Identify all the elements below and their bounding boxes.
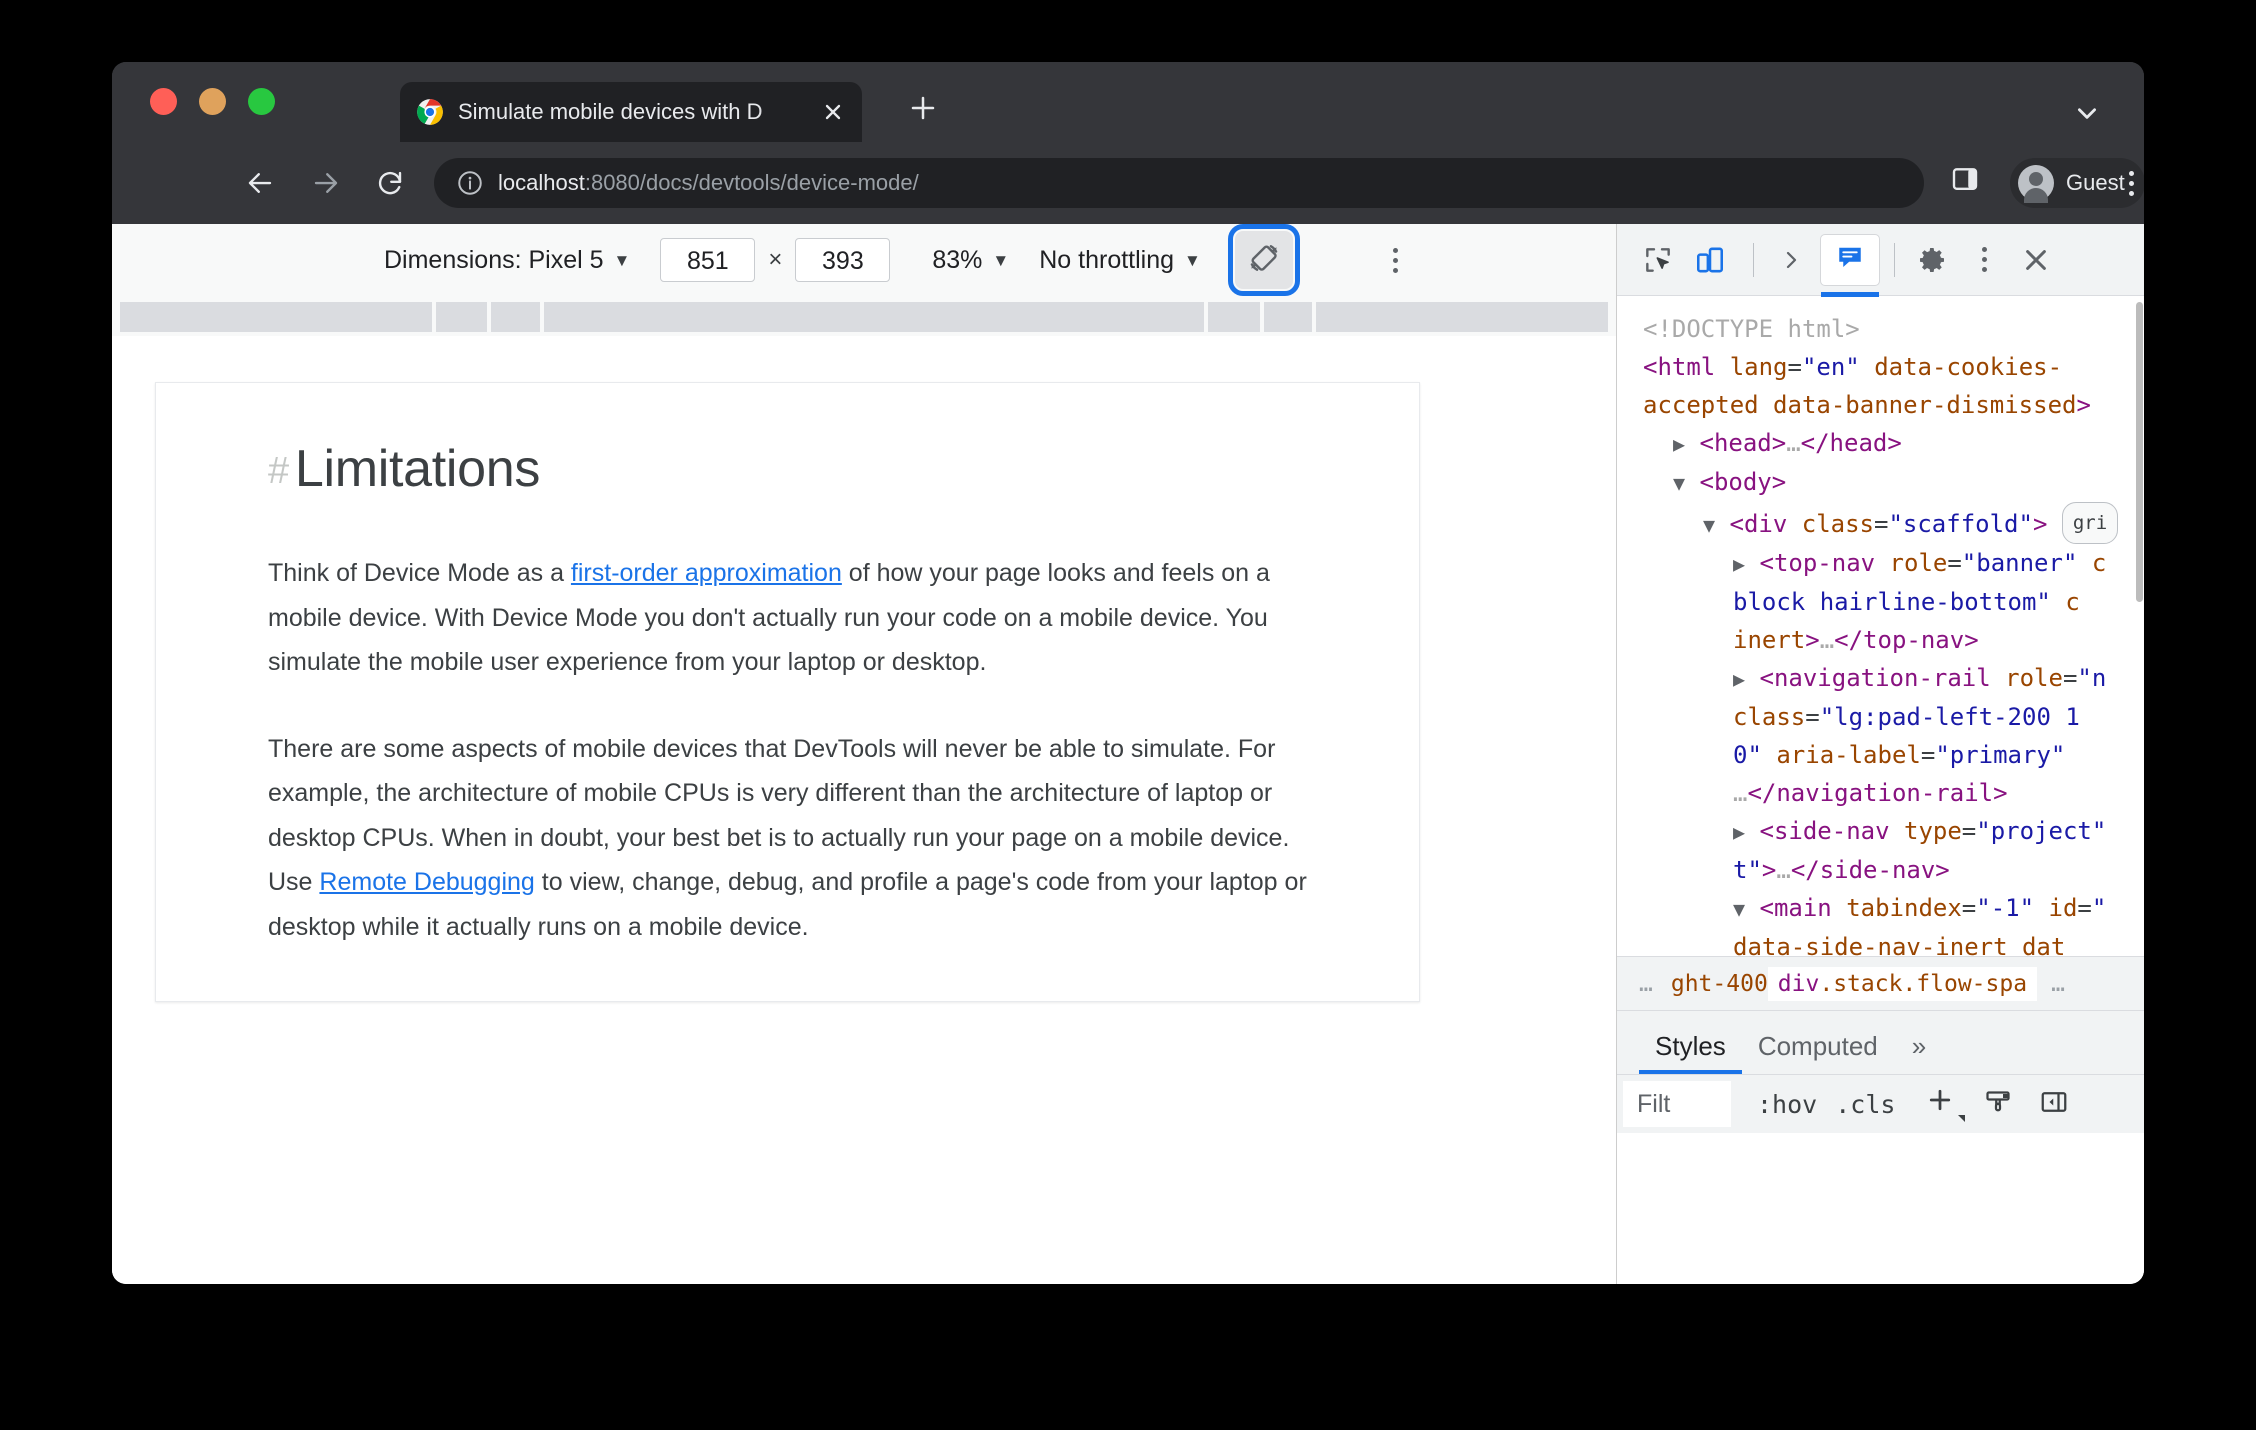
close-icon[interactable]	[820, 99, 846, 125]
maximize-window-button[interactable]	[248, 88, 275, 115]
more-tabs-icon[interactable]: »	[1894, 1031, 1936, 1074]
page-title-text: Limitations	[294, 440, 541, 498]
throttling-label: No throttling	[1039, 245, 1175, 274]
close-icon[interactable]	[2013, 237, 2059, 283]
hov-button[interactable]: :hov	[1757, 1090, 1817, 1119]
gear-icon[interactable]	[1909, 237, 1955, 283]
person-avatar-icon	[2018, 165, 2054, 203]
dom-node-body[interactable]: ▼ <body>	[1643, 463, 2144, 502]
tab-styles[interactable]: Styles	[1639, 1031, 1742, 1074]
tab-strip: Simulate mobile devices with D	[112, 62, 2144, 142]
times-separator: ×	[768, 246, 783, 273]
devtools-panel: <!DOCTYPE html> <html lang="en" data-coo…	[1616, 224, 2144, 1284]
dom-node-main[interactable]: ▼ <main tabindex="-1" id=" data-side-nav-…	[1643, 889, 2144, 956]
page-title: # Limitations	[268, 439, 1419, 499]
breadcrumb: … ght-400 div.stack.flow-spa …	[1617, 956, 2144, 1011]
browser-tab[interactable]: Simulate mobile devices with D	[400, 82, 862, 142]
breadcrumb-item-selected[interactable]: div.stack.flow-spa	[1767, 967, 2038, 1001]
throttling-select[interactable]: No throttling ▼	[1039, 246, 1201, 275]
remote-debugging-link[interactable]: Remote Debugging	[319, 868, 534, 896]
dom-node-head[interactable]: ▶ <head>…</head>	[1643, 424, 2144, 463]
rotate-device-icon	[1245, 239, 1283, 282]
plus-icon[interactable]	[1925, 1085, 1966, 1124]
minimize-window-button[interactable]	[199, 88, 226, 115]
device-dimensions-label: Dimensions: Pixel 5	[384, 245, 604, 274]
toggle-sidebar-icon[interactable]	[2039, 1087, 2069, 1122]
reload-icon[interactable]	[370, 163, 410, 203]
chrome-logo-icon	[416, 98, 444, 126]
dom-node-top-nav[interactable]: ▶ <top-nav role="banner" c block hairline…	[1643, 544, 2144, 659]
ruler-track[interactable]	[120, 302, 1608, 332]
viewport-height-input[interactable]: 393	[795, 238, 891, 282]
side-panel-icon[interactable]	[1950, 164, 1988, 202]
styles-tabbar: Styles Computed »	[1617, 1010, 2144, 1074]
arrow-left-icon[interactable]	[240, 163, 280, 203]
device-mode-toolbar: Dimensions: Pixel 5 ▼ 851 × 393 83% ▼ No t…	[112, 224, 1616, 297]
zoom-select[interactable]: 83% ▼	[932, 246, 1009, 275]
window-controls	[150, 88, 275, 115]
dom-doctype: <!DOCTYPE html>	[1643, 315, 1860, 343]
paragraph-2: There are some aspects of mobile devices…	[268, 727, 1307, 950]
new-tab-button[interactable]	[902, 92, 944, 134]
styles-filter-bar: Filt :hov .cls	[1617, 1074, 2144, 1133]
info-circle-icon[interactable]	[456, 169, 484, 197]
device-toolbar-menu-button[interactable]	[1377, 235, 1415, 285]
breadcrumb-item-prev[interactable]: ght-400	[1671, 971, 1768, 997]
screen: Simulate mobile devices with D localhost…	[0, 0, 2256, 1430]
chevron-down-icon: ▼	[1184, 250, 1201, 270]
breadcrumb-overflow-left[interactable]: …	[1639, 971, 1655, 997]
grid-badge[interactable]: gri	[2061, 502, 2119, 544]
kebab-menu-icon[interactable]	[2112, 164, 2144, 202]
device-ruler	[112, 296, 1616, 336]
viewport-width-input[interactable]: 851	[660, 238, 756, 282]
close-window-button[interactable]	[150, 88, 177, 115]
device-viewport: # Limitations Think of Device Mode as a f…	[112, 336, 1616, 1284]
breadcrumb-overflow-right[interactable]: …	[2051, 971, 2067, 997]
device-dimensions-select[interactable]: Dimensions: Pixel 5 ▼	[384, 246, 630, 275]
dom-node-navigation-rail[interactable]: ▶ <navigation-rail role="n class="lg:pad-…	[1643, 659, 2144, 812]
elements-panel-icon	[1835, 242, 1865, 277]
paragraph-1: Think of Device Mode as a first-order ap…	[268, 551, 1307, 685]
rotate-device-button[interactable]	[1227, 224, 1300, 296]
cls-button[interactable]: .cls	[1835, 1090, 1895, 1119]
paint-brush-icon[interactable]	[1983, 1087, 2013, 1122]
devtools-toolbar	[1617, 224, 2144, 297]
p1-text-before: Think of Device Mode as a	[268, 559, 571, 587]
dom-node-div-scaffold[interactable]: ▼ <div class="scaffold"> gri	[1643, 502, 2144, 544]
breadcrumb-selected-tag: div	[1777, 971, 1820, 997]
styles-filter-input[interactable]: Filt	[1623, 1081, 1731, 1127]
browser-toolbar: localhost:8080/docs/devtools/device-mode…	[112, 142, 2144, 224]
dom-node-side-nav[interactable]: ▶ <side-nav type="project" t">…</side-nav…	[1643, 812, 2144, 889]
url-path: :8080/docs/devtools/device-mode/	[584, 170, 919, 195]
chevron-down-icon[interactable]	[2068, 94, 2106, 132]
tab-computed[interactable]: Computed	[1742, 1031, 1894, 1074]
chevron-down-icon: ▼	[992, 250, 1010, 270]
kebab-menu-icon[interactable]	[1961, 237, 2007, 283]
url-text: localhost:8080/docs/devtools/device-mode…	[498, 170, 919, 196]
anchor-hash: #	[268, 450, 289, 492]
inspect-element-icon[interactable]	[1635, 237, 1681, 283]
address-bar[interactable]: localhost:8080/docs/devtools/device-mode…	[434, 158, 1924, 208]
content-area: Dimensions: Pixel 5 ▼ 851 × 393 83% ▼ No t…	[112, 224, 2144, 1284]
dom-node-html[interactable]: <html lang="en" data-cookies-accepted da…	[1643, 348, 2144, 424]
device-toolbar-icon[interactable]	[1687, 237, 1733, 283]
chevron-right-icon[interactable]	[1768, 237, 1814, 283]
chevron-down-icon: ▼	[613, 250, 631, 270]
breadcrumb-selected-classes: .stack.flow-spa	[1819, 971, 2028, 997]
dom-tree[interactable]: <!DOCTYPE html> <html lang="en" data-coo…	[1617, 296, 2144, 956]
page-content-card: # Limitations Think of Device Mode as a f…	[155, 382, 1420, 1002]
arrow-right-icon[interactable]	[306, 163, 346, 203]
zoom-label: 83%	[932, 245, 983, 274]
dom-tree-scrollbar[interactable]	[2135, 296, 2144, 956]
tab-elements[interactable]	[1820, 233, 1880, 297]
tab-title: Simulate mobile devices with D	[458, 99, 763, 124]
url-host: localhost	[498, 170, 585, 195]
browser-window: Simulate mobile devices with D localhost…	[112, 62, 2144, 1284]
first-order-approximation-link[interactable]: first-order approximation	[571, 559, 842, 587]
